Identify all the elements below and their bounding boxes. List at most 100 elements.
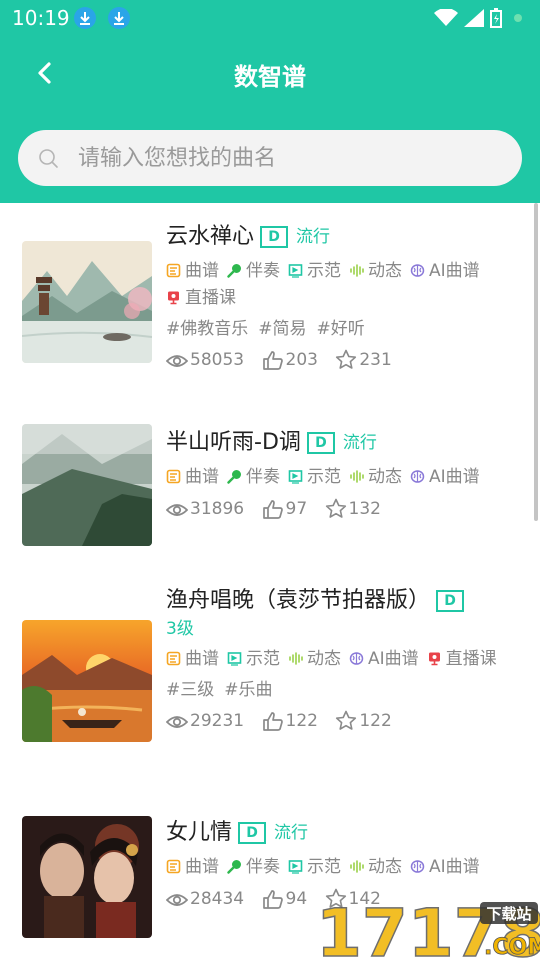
feature-score[interactable]: 曲谱 xyxy=(166,854,219,881)
views-count: 31896 xyxy=(190,499,245,519)
watermark-domain: .COM xyxy=(484,935,540,960)
song-title: 云水禅心 xyxy=(166,224,255,249)
feature-accompany[interactable]: 伴奏 xyxy=(227,854,280,881)
feature-label: 曲谱 xyxy=(185,261,219,281)
feature-live[interactable]: 直播课 xyxy=(166,285,236,312)
song-list-item[interactable]: 云水禅心 D 流行 曲谱 伴奏 示范 动态 AI曲谱直播课 #佛教音乐 #简易 #好听 5805… xyxy=(0,222,534,382)
feature-list: 曲谱 伴奏 示范 动态 AI曲谱 xyxy=(166,854,524,881)
download-icon xyxy=(74,7,96,29)
views-count: 28434 xyxy=(190,889,245,909)
feature-demo[interactable]: 示范 xyxy=(288,258,341,285)
views-icon xyxy=(165,355,189,367)
likes-stat[interactable]: 122 xyxy=(262,709,318,733)
feature-label: 示范 xyxy=(307,261,341,281)
live-class-icon xyxy=(428,652,440,666)
signal-icon xyxy=(464,9,484,27)
like-icon[interactable] xyxy=(262,711,284,731)
feature-ai[interactable]: AI曲谱 xyxy=(410,464,480,491)
feature-ai[interactable]: AI曲谱 xyxy=(349,646,419,673)
feature-dynamic[interactable]: 动态 xyxy=(349,854,402,881)
feature-label: 示范 xyxy=(307,467,341,487)
key-badge: D xyxy=(436,590,465,612)
stars-count: 122 xyxy=(359,711,392,731)
demo-video-icon xyxy=(227,652,242,666)
song-info: 云水禅心 D 流行 曲谱 伴奏 示范 动态 AI曲谱直播课 #佛教音乐 #简易 #好听 5805… xyxy=(165,222,524,372)
tag[interactable]: #佛教音乐 xyxy=(166,319,248,339)
like-icon[interactable] xyxy=(262,889,284,909)
song-list-item[interactable]: 半山听雨-D调 D 流行 曲谱 伴奏 示范 动态 AI曲谱 31896 97 132 xyxy=(0,424,534,588)
star-icon[interactable] xyxy=(335,710,357,731)
feature-accompany[interactable]: 伴奏 xyxy=(227,464,280,491)
tag-list: #三级 #乐曲 xyxy=(166,677,524,703)
feature-label: 直播课 xyxy=(445,649,497,669)
feature-label: AI曲谱 xyxy=(429,467,480,487)
likes-stat[interactable]: 97 xyxy=(262,497,307,521)
views-icon xyxy=(165,894,189,906)
feature-demo[interactable]: 示范 xyxy=(288,854,341,881)
feature-dynamic[interactable]: 动态 xyxy=(349,464,402,491)
feature-live[interactable]: 直播课 xyxy=(427,646,497,673)
battery-icon xyxy=(490,8,502,28)
tag[interactable]: #简易 xyxy=(258,319,306,339)
song-info: 渔舟唱晚（袁莎节拍器版） D 3级 曲谱 示范 动态 AI曲谱 直播课 #三级 #乐曲 29… xyxy=(165,586,524,733)
page-title: 数智谱 xyxy=(234,63,306,91)
feature-score[interactable]: 曲谱 xyxy=(166,258,219,285)
feature-list: 曲谱 伴奏 示范 动态 AI曲谱直播课 xyxy=(166,258,524,312)
feature-score[interactable]: 曲谱 xyxy=(166,464,219,491)
like-icon[interactable] xyxy=(262,499,284,519)
feature-accompany[interactable]: 伴奏 xyxy=(227,258,280,285)
brain-icon xyxy=(410,860,425,873)
stats-row: 31896 97 132 xyxy=(165,497,524,521)
tag[interactable]: #好听 xyxy=(317,319,365,339)
feature-ai[interactable]: AI曲谱 xyxy=(410,258,480,285)
song-thumbnail[interactable] xyxy=(22,620,152,742)
demo-video-icon xyxy=(288,264,303,278)
key-badge: D xyxy=(306,432,335,454)
song-title-row: 渔舟唱晚（袁莎节拍器版） D xyxy=(166,586,524,616)
song-thumbnail[interactable] xyxy=(22,424,152,546)
feature-score[interactable]: 曲谱 xyxy=(166,646,219,673)
like-icon[interactable] xyxy=(262,350,284,370)
feature-demo[interactable]: 示范 xyxy=(227,646,280,673)
search-bar[interactable] xyxy=(18,130,522,186)
feature-label: AI曲谱 xyxy=(368,649,419,669)
key-badge: D xyxy=(260,226,289,248)
song-list-item[interactable]: 渔舟唱晚（袁莎节拍器版） D 3级 曲谱 示范 动态 AI曲谱 直播课 #三级 #乐曲 29… xyxy=(0,586,534,746)
feature-list: 曲谱 伴奏 示范 动态 AI曲谱 xyxy=(166,464,524,491)
feature-dynamic[interactable]: 动态 xyxy=(288,646,341,673)
likes-stat[interactable]: 94 xyxy=(262,887,307,911)
scrollbar[interactable] xyxy=(534,203,538,521)
feature-dynamic[interactable]: 动态 xyxy=(349,258,402,285)
demo-video-icon xyxy=(288,860,303,874)
app-header: 10:19 数智谱 xyxy=(0,0,540,203)
tag[interactable]: #三级 xyxy=(166,680,214,700)
microphone-icon xyxy=(227,470,241,484)
views-icon xyxy=(165,504,189,516)
feature-label: 动态 xyxy=(307,649,341,669)
live-class-icon xyxy=(168,291,179,305)
star-icon[interactable] xyxy=(325,498,347,519)
score-icon xyxy=(166,651,181,666)
feature-label: 伴奏 xyxy=(246,857,280,877)
star-icon[interactable] xyxy=(335,349,357,370)
tag[interactable]: #乐曲 xyxy=(224,680,272,700)
stars-stat[interactable]: 132 xyxy=(325,497,381,521)
genre-label: 3级 xyxy=(166,619,194,639)
genre-label: 流行 xyxy=(342,433,377,453)
site-watermark: 17178 下载站 .COM xyxy=(316,898,540,960)
waveform-icon xyxy=(350,860,364,873)
song-thumbnail[interactable] xyxy=(22,816,152,938)
feature-demo[interactable]: 示范 xyxy=(288,464,341,491)
stars-stat[interactable]: 122 xyxy=(335,709,392,733)
feature-label: 动态 xyxy=(368,467,402,487)
feature-label: 示范 xyxy=(307,857,341,877)
song-thumbnail[interactable] xyxy=(22,241,152,363)
waveform-icon xyxy=(350,470,364,483)
likes-stat[interactable]: 203 xyxy=(262,348,318,372)
stars-stat[interactable]: 231 xyxy=(335,348,392,372)
feature-ai[interactable]: AI曲谱 xyxy=(410,854,480,881)
feature-label: AI曲谱 xyxy=(429,857,480,877)
feature-label: 曲谱 xyxy=(185,649,219,669)
key-badge: D xyxy=(238,822,267,844)
search-input[interactable] xyxy=(78,130,498,186)
